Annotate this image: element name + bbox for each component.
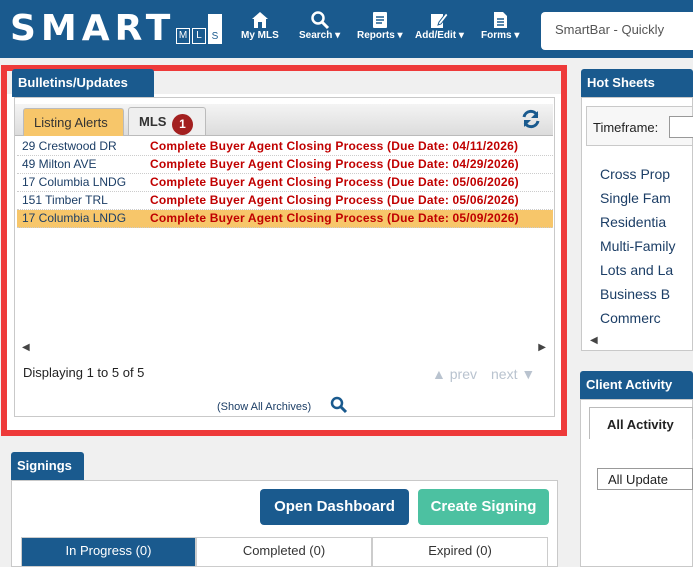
nav-forms[interactable]: Forms ▾ [481,10,519,41]
timeframe-bar: Timeframe: [586,106,693,146]
alert-address[interactable]: 29 Crestwood DR [22,138,117,155]
hotsheet-link-lots-land[interactable]: Lots and La [600,262,673,278]
alert-message[interactable]: Complete Buyer Agent Closing Process (Du… [150,174,519,191]
show-archives-link[interactable]: (Show All Archives) [217,401,311,413]
hotsheet-link-cross-prop[interactable]: Cross Prop [600,166,670,182]
nav-reports-label: Reports ▾ [357,30,403,41]
logo-letter-m: M [176,28,190,44]
search-icon[interactable] [330,396,348,414]
edit-icon [431,12,450,28]
hotsheet-link-commercial[interactable]: Commerc [600,310,661,326]
alert-address[interactable]: 17 Columbia LNDG [22,210,126,227]
mls-count-badge: 1 [172,114,193,135]
signings-title: Signings [11,452,84,480]
timeframe-select[interactable] [669,116,693,138]
next-page-link[interactable]: next ▼ [491,366,535,382]
nav-search[interactable]: Search ▾ [299,10,340,41]
update-filter-select[interactable]: All Update [597,468,693,490]
client-activity-title: Client Activity [580,371,693,399]
hot-sheets-title: Hot Sheets [581,69,693,97]
search-icon [310,11,329,30]
home-icon [251,12,268,28]
scroll-right-icon[interactable]: ▶ [538,342,546,353]
nav-my-mls[interactable]: My MLS [241,10,279,41]
bulletins-title: Bulletins/Updates [12,69,154,97]
open-dashboard-button[interactable]: Open Dashboard [260,489,409,525]
timeframe-label: Timeframe: [593,120,659,135]
nav-add-edit-label: Add/Edit ▾ [415,30,464,41]
tab-expired[interactable]: Expired (0) [372,537,548,567]
smart-logo[interactable]: SMART [10,8,175,49]
alert-address[interactable]: 151 Timber TRL [22,192,108,209]
mls-logo-mark: M L S [176,14,222,44]
alert-message[interactable]: Complete Buyer Agent Closing Process (Du… [150,156,519,173]
alert-row[interactable]: 49 Milton AVE Complete Buyer Agent Closi… [17,156,553,174]
hotsheet-link-business[interactable]: Business B [600,286,670,302]
refresh-icon[interactable] [520,108,542,130]
nav-reports[interactable]: Reports ▾ [357,10,403,41]
alert-address[interactable]: 49 Milton AVE [22,156,96,173]
tab-mls[interactable]: MLS [128,107,206,135]
tab-in-progress[interactable]: In Progress (0) [21,537,196,567]
alert-message[interactable]: Complete Buyer Agent Closing Process (Du… [150,210,519,227]
scroll-left-icon[interactable]: ◀ [22,342,30,353]
smartbar-input[interactable]: SmartBar - Quickly [541,12,693,50]
scroll-left-icon[interactable]: ◀ [590,335,598,346]
hotsheet-link-single-family[interactable]: Single Fam [600,190,671,206]
logo-letter-l: L [192,28,206,44]
alert-row-selected[interactable]: 17 Columbia LNDG Complete Buyer Agent Cl… [17,210,553,228]
alert-address[interactable]: 17 Columbia LNDG [22,174,126,191]
nav-search-label: Search ▾ [299,30,341,41]
tab-all-activity[interactable]: All Activity [589,407,693,439]
alert-row[interactable]: 151 Timber TRL Complete Buyer Agent Clos… [17,192,553,210]
alert-message[interactable]: Complete Buyer Agent Closing Process (Du… [150,192,519,209]
nav-add-edit[interactable]: Add/Edit ▾ [415,10,464,41]
horizontal-scrollbar[interactable]: ◀ ▶ [22,342,546,353]
hotsheet-link-multi-family[interactable]: Multi-Family [600,238,675,254]
prev-page-link[interactable]: ▲ prev [432,366,477,382]
logo-letter-s: S [208,14,222,44]
tab-completed[interactable]: Completed (0) [196,537,372,567]
alert-row[interactable]: 17 Columbia LNDG Complete Buyer Agent Cl… [17,174,553,192]
forms-icon [494,12,508,28]
paging-status: Displaying 1 to 5 of 5 [23,365,145,380]
hotsheet-link-residential[interactable]: Residentia [600,214,666,230]
tab-listing-alerts[interactable]: Listing Alerts [23,108,124,136]
top-nav-bar: SMART M L S My MLS Search ▾ Reports ▾ Ad… [0,0,693,58]
reports-icon [372,12,387,28]
create-signing-button[interactable]: Create Signing [418,489,549,525]
alert-message[interactable]: Complete Buyer Agent Closing Process (Du… [150,138,518,155]
nav-forms-label: Forms ▾ [481,30,520,41]
alert-row[interactable]: 29 Crestwood DR Complete Buyer Agent Clo… [17,138,553,156]
nav-my-mls-label: My MLS [241,30,279,41]
